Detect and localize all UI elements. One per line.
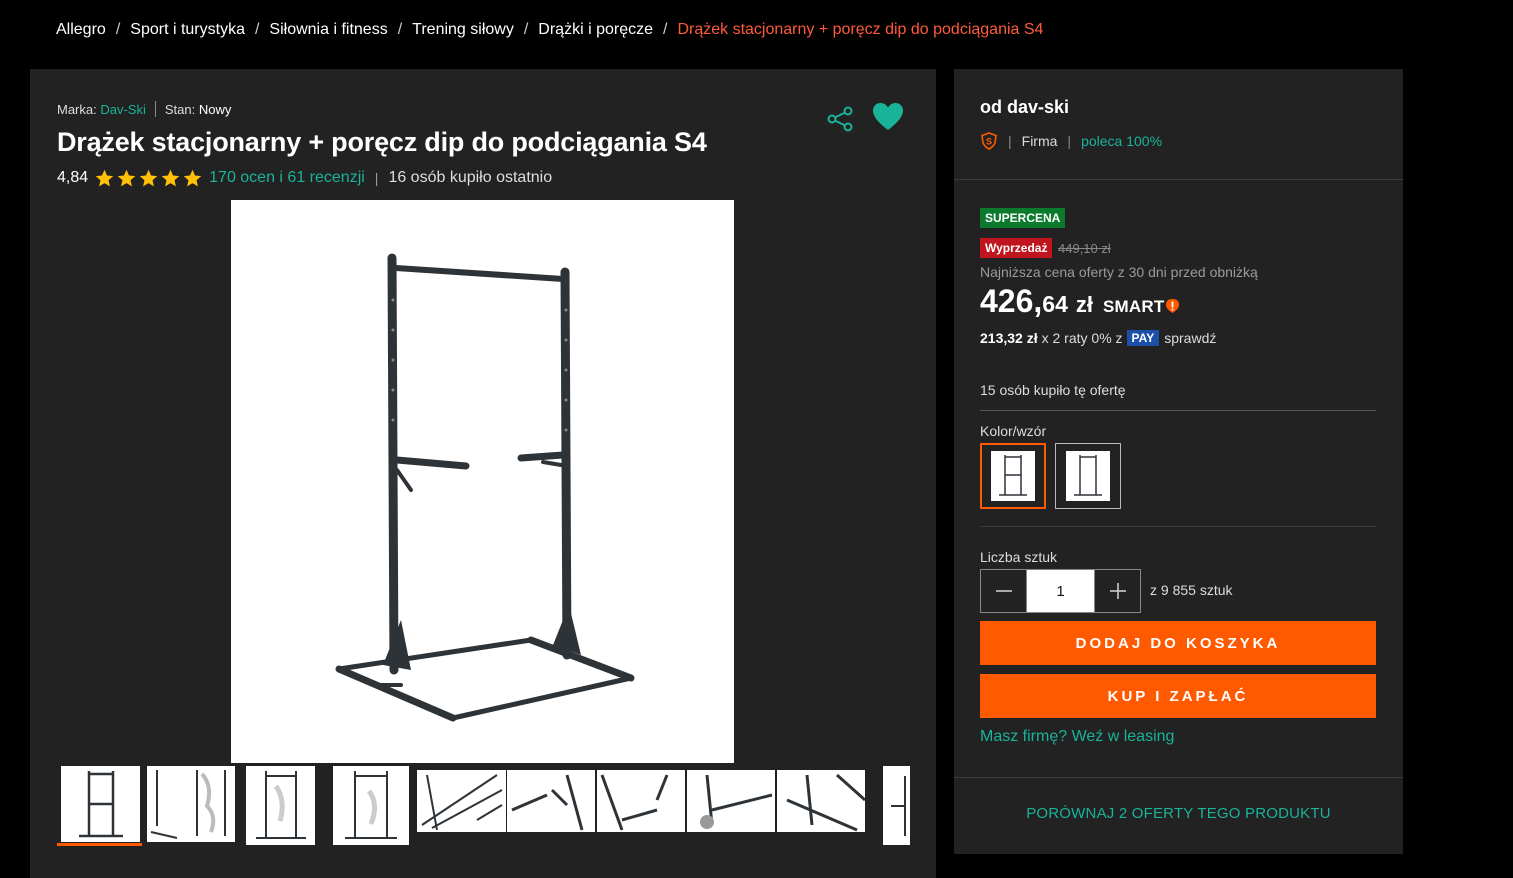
breadcrumb-separator: / — [523, 21, 529, 38]
quantity-label: Liczba sztuk — [980, 549, 1058, 565]
seller-divider: | — [1008, 133, 1012, 149]
pay-badge: PAY — [1126, 330, 1160, 346]
brand-link[interactable]: Dav-Ski — [100, 102, 146, 117]
seller-info: S | Firma | poleca 100% — [980, 131, 1162, 151]
product-panel: Marka: Dav-Ski Stan: Nowy Drążek stacjon… — [30, 69, 936, 878]
breadcrumb-item-silownia[interactable]: Siłownia i fitness — [269, 21, 387, 39]
thumbnail-strip — [30, 766, 936, 846]
price-main: 426, — [980, 283, 1043, 319]
lowest-price-note: Najniższa cena oferty z 30 dni przed obn… — [980, 264, 1258, 280]
breadcrumb-item-drazki[interactable]: Drążki i poręcze — [538, 21, 653, 39]
leasing-link[interactable]: Masz firmę? Weź w leasing — [980, 728, 1174, 746]
product-main-image[interactable] — [231, 200, 734, 763]
svg-text:S: S — [986, 137, 992, 147]
thumbnail-9[interactable] — [777, 770, 865, 832]
plus-icon — [1109, 583, 1126, 599]
rating-divider: | — [374, 170, 379, 186]
breadcrumb-item-sport[interactable]: Sport i turystyka — [130, 21, 245, 39]
star-icon — [117, 169, 136, 186]
product-title: Drążek stacjonarny + poręcz dip do podci… — [57, 127, 707, 157]
divider — [980, 410, 1376, 411]
price: 426, 64 zł SMART — [980, 283, 1180, 323]
rating-row: 4,84 170 ocen i 61 recenzji | 16 osób ku… — [57, 167, 552, 189]
thumbnail-4[interactable] — [333, 766, 409, 845]
breadcrumb-separator: / — [254, 21, 260, 38]
quantity-increase-button[interactable] — [1095, 570, 1140, 612]
smart-badge[interactable]: SMART — [1103, 297, 1180, 317]
compare-offers-link[interactable]: PORÓWNAJ 2 OFERTY TEGO PRODUKTU — [954, 805, 1403, 822]
variant-label: Kolor/wzór — [980, 423, 1047, 439]
thumbnail-5[interactable] — [417, 770, 506, 832]
recent-buyers: 16 osób kupiło ostatnio — [388, 169, 553, 186]
installment-check-link[interactable]: sprawdź — [1164, 330, 1216, 346]
star-icon — [95, 169, 114, 186]
breadcrumb-separator: / — [115, 21, 121, 38]
thumbnail-active-indicator — [57, 843, 142, 846]
thumbnail-3[interactable] — [246, 766, 315, 845]
product-meta: Marka: Dav-Ski Stan: Nowy — [57, 101, 231, 117]
installment-amount: 213,32 zł — [980, 330, 1038, 346]
quantity-decrease-button[interactable] — [981, 570, 1026, 612]
seller-type: Firma — [1021, 133, 1058, 149]
price-currency: zł — [1075, 292, 1093, 317]
add-to-cart-button[interactable]: DODAJ DO KOSZYKA — [980, 621, 1376, 665]
meta-divider — [154, 101, 156, 117]
super-seller-icon: S — [980, 132, 998, 150]
breadcrumb-item-trening[interactable]: Trening siłowy — [412, 21, 514, 39]
breadcrumb-separator: / — [662, 21, 668, 38]
seller-recommend-link[interactable]: poleca 100% — [1081, 133, 1162, 149]
thumbnail-2[interactable] — [147, 766, 235, 842]
star-icon — [139, 169, 158, 186]
quantity-input[interactable] — [1026, 570, 1095, 612]
star-icon — [161, 169, 180, 186]
heart-icon[interactable] — [872, 102, 904, 132]
offer-panel: od dav-ski S | Firma | poleca 100% SUPER… — [954, 69, 1403, 854]
rating-stars — [94, 168, 203, 189]
breadcrumb: Allegro / Sport i turystyka / Siłownia i… — [56, 18, 1043, 42]
breadcrumb-separator: / — [397, 21, 403, 38]
smart-icon — [1165, 298, 1180, 314]
divider — [954, 777, 1403, 778]
quantity-stepper — [980, 569, 1141, 613]
breadcrumb-item-allegro[interactable]: Allegro — [56, 21, 106, 39]
breadcrumb-current: Drążek stacjonarny + poręcz dip do podci… — [677, 21, 1044, 38]
quantity-available: z 9 855 sztuk — [1150, 582, 1233, 598]
buy-now-button[interactable]: KUP I ZAPŁAĆ — [980, 674, 1376, 718]
divider — [954, 179, 1403, 180]
star-icon — [183, 169, 202, 186]
thumbnail-10[interactable] — [883, 766, 910, 845]
brand-label: Marka: — [57, 101, 97, 117]
sale-badge: Wyprzedaż — [980, 238, 1053, 258]
supercena-badge: SUPERCENA — [980, 208, 1066, 228]
minus-icon — [995, 590, 1012, 592]
smart-label: SMART — [1103, 297, 1165, 316]
thumbnail-7[interactable] — [597, 770, 685, 832]
old-price: 449,10 zł — [1058, 241, 1111, 256]
state-label: Stan: — [164, 101, 196, 117]
variant-image — [1066, 451, 1110, 501]
variant-option-1[interactable] — [980, 443, 1046, 509]
installments-row: 213,32 zł x 2 raty 0% z PAY sprawdź — [980, 328, 1216, 348]
variant-image — [991, 451, 1035, 501]
thumbnail-8[interactable] — [687, 770, 775, 832]
installment-text: x 2 raty 0% z — [1041, 330, 1123, 346]
seller-divider: | — [1067, 133, 1072, 149]
state-value: Nowy — [198, 101, 232, 117]
thumbnail-6[interactable] — [507, 770, 595, 832]
thumbnail-1[interactable] — [61, 766, 140, 842]
divider — [980, 526, 1376, 527]
variant-option-2[interactable] — [1055, 443, 1121, 509]
reviews-link[interactable]: 170 ocen i 61 recenzji — [209, 169, 365, 187]
share-icon[interactable] — [825, 104, 855, 134]
price-cents: 64 — [1042, 291, 1068, 317]
seller-name[interactable]: od dav-ski — [980, 97, 1069, 118]
rating-score: 4,84 — [57, 169, 89, 186]
bought-offer-count: 15 osób kupiło tę ofertę — [980, 382, 1126, 398]
